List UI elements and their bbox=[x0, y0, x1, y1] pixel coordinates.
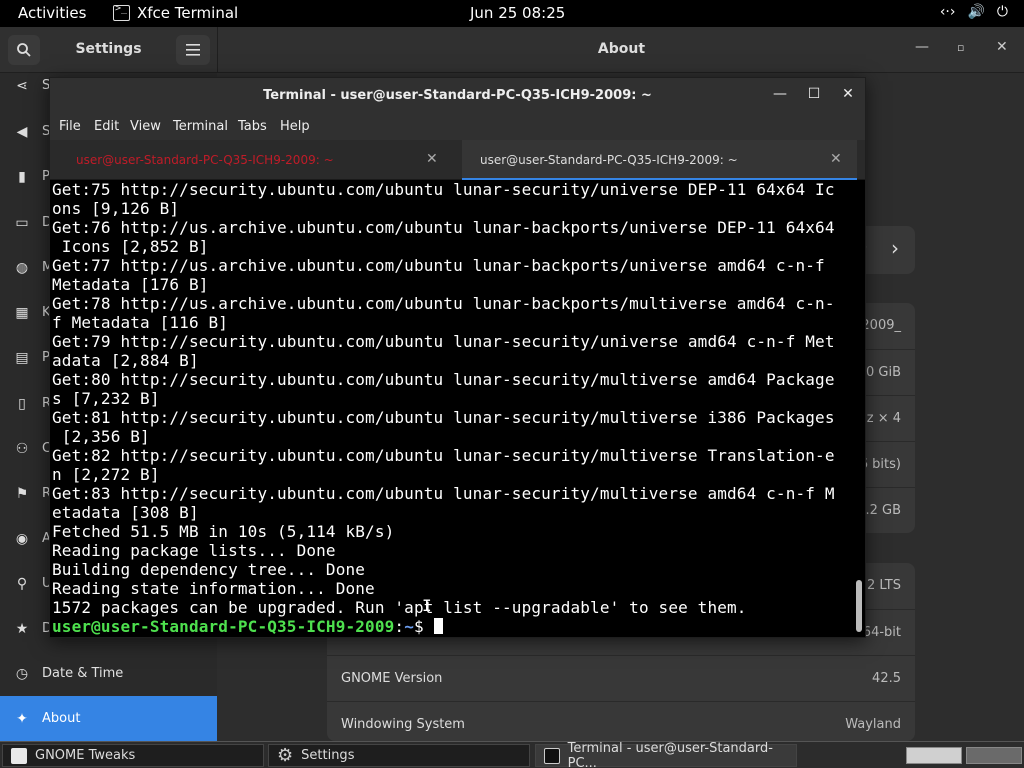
terminal-line: etadata [308 B] bbox=[52, 503, 199, 522]
flag-icon: ⚑ bbox=[15, 485, 29, 502]
text-cursor-icon: I bbox=[422, 596, 432, 615]
close-icon[interactable]: ✕ bbox=[426, 151, 438, 167]
terminal-line: Get:78 http://us.archive.ubuntu.com/ubun… bbox=[52, 294, 835, 313]
terminal-menubar: File Edit View Terminal Tabs Help bbox=[50, 114, 865, 140]
terminal-window: Terminal - user@user-Standard-PC-Q35-ICH… bbox=[49, 77, 866, 638]
workspace-1[interactable] bbox=[906, 747, 962, 764]
minimize-icon[interactable]: — bbox=[915, 39, 929, 55]
terminal-line: 1572 packages can be upgraded. Run 'apt … bbox=[52, 598, 747, 617]
close-icon[interactable]: ✕ bbox=[839, 86, 857, 102]
app-name: Xfce Terminal bbox=[137, 4, 239, 22]
app-menu[interactable]: Xfce Terminal bbox=[113, 3, 239, 22]
gnome-version-row: GNOME Version 42.5 bbox=[327, 655, 915, 701]
terminal-line: n [2,272 B] bbox=[52, 465, 160, 484]
keyboard-icon: ▦ bbox=[15, 304, 29, 321]
terminal-line: Get:77 http://us.archive.ubuntu.com/ubun… bbox=[52, 256, 825, 275]
workspace-2[interactable] bbox=[966, 747, 1022, 764]
share-icon: ⋖ bbox=[16, 77, 28, 94]
color-icon: ⚇ bbox=[15, 440, 29, 457]
terminal-line: ons [9,126 B] bbox=[52, 199, 180, 218]
hamburger-icon bbox=[186, 44, 200, 56]
taskbar: GNOME Tweaks ⚙ Settings Terminal - user@… bbox=[0, 741, 1024, 768]
battery-icon: ▮ bbox=[18, 168, 26, 185]
desktop: Activities Xfce Terminal Jun 25 08:25 ‹·… bbox=[0, 0, 1024, 768]
menu-view[interactable]: View bbox=[130, 119, 161, 134]
scrollbar[interactable] bbox=[856, 580, 862, 632]
terminal-line: [2,356 B] bbox=[52, 427, 150, 446]
terminal-icon bbox=[113, 3, 130, 21]
terminal-icon bbox=[544, 747, 560, 764]
page-title: About bbox=[597, 41, 646, 57]
prompt-symbol: $ bbox=[414, 617, 434, 636]
sidebar-item-about[interactable]: ✦ About bbox=[0, 696, 217, 741]
terminal-line: Get:83 http://security.ubuntu.com/ubuntu… bbox=[52, 484, 835, 503]
close-icon[interactable]: ✕ bbox=[830, 151, 842, 167]
volume-icon[interactable]: 🔊 bbox=[967, 4, 984, 20]
terminal-line: Reading state information... Done bbox=[52, 579, 375, 598]
terminal-line: Building dependency tree... Done bbox=[52, 560, 366, 579]
tab-label: user@user-Standard-PC-Q35-ICH9-2009: ~ bbox=[480, 153, 738, 167]
terminal-line: Get:80 http://security.ubuntu.com/ubuntu… bbox=[52, 370, 835, 389]
accessibility-icon: ◉ bbox=[15, 530, 29, 547]
system-tray[interactable]: ‹·› 🔊 ⏻ bbox=[940, 4, 1008, 20]
menu-button[interactable] bbox=[176, 35, 210, 65]
gear-icon: ⚙ bbox=[277, 745, 294, 766]
terminal-line: Get:82 http://security.ubuntu.com/ubuntu… bbox=[52, 446, 835, 465]
text-cursor bbox=[433, 618, 443, 634]
maximize-icon[interactable]: ▫ bbox=[957, 41, 964, 54]
terminal-text: Get:75 http://security.ubuntu.com/ubuntu… bbox=[52, 180, 835, 636]
speaker-icon: ◀ bbox=[16, 123, 28, 140]
terminal-line: Get:75 http://security.ubuntu.com/ubuntu… bbox=[52, 180, 835, 199]
taskbar-item-terminal[interactable]: Terminal - user@user-Standard-PC... bbox=[535, 741, 797, 768]
power-icon[interactable]: ⏻ bbox=[997, 4, 1008, 20]
menu-help[interactable]: Help bbox=[280, 119, 310, 134]
taskbar-item-gnome-tweaks[interactable]: GNOME Tweaks bbox=[2, 744, 264, 767]
clock[interactable]: Jun 25 08:25 bbox=[470, 4, 565, 22]
tab-2[interactable]: user@user-Standard-PC-Q35-ICH9-2009: ~ ✕ bbox=[462, 140, 857, 180]
star-icon: ★ bbox=[15, 620, 29, 637]
clock-icon: ◷ bbox=[15, 665, 29, 682]
terminal-line: f Metadata [116 B] bbox=[52, 313, 229, 332]
taskbar-item-settings[interactable]: ⚙ Settings bbox=[268, 744, 530, 767]
display-icon: ▭ bbox=[15, 214, 29, 231]
tab-label: user@user-Standard-PC-Q35-ICH9-2009: ~ bbox=[76, 153, 334, 167]
settings-content-header: About — ▫ ✕ bbox=[217, 27, 1024, 73]
terminal-prompt: user@user-Standard-PC-Q35-ICH9-2009:~$ bbox=[52, 617, 835, 636]
close-icon[interactable]: ✕ bbox=[996, 39, 1008, 55]
maximize-icon[interactable]: ☐ bbox=[805, 86, 823, 102]
chevron-right-icon: › bbox=[891, 236, 899, 260]
about-icon: ✦ bbox=[16, 710, 28, 727]
terminal-line: Get:76 http://us.archive.ubuntu.com/ubun… bbox=[52, 218, 835, 237]
top-bar: Activities Xfce Terminal Jun 25 08:25 ‹·… bbox=[0, 0, 1024, 27]
terminal-line: adata [2,884 B] bbox=[52, 351, 199, 370]
tweaks-icon bbox=[11, 747, 27, 764]
terminal-line: Get:81 http://security.ubuntu.com/ubuntu… bbox=[52, 408, 835, 427]
terminal-tabs: user@user-Standard-PC-Q35-ICH9-2009: ~ ✕… bbox=[50, 140, 865, 180]
terminal-line: s [7,232 B] bbox=[52, 389, 160, 408]
menu-tabs[interactable]: Tabs bbox=[238, 119, 267, 134]
terminal-output[interactable]: Get:75 http://security.ubuntu.com/ubuntu… bbox=[50, 180, 865, 637]
sidebar-item-date-time[interactable]: ◷ Date & Time bbox=[0, 651, 217, 696]
terminal-line: Fetched 51.5 MB in 10s (5,114 kB/s) bbox=[52, 522, 395, 541]
printer-icon: ▤ bbox=[15, 349, 29, 366]
terminal-line: Metadata [176 B] bbox=[52, 275, 209, 294]
activities-button[interactable]: Activities bbox=[18, 4, 86, 22]
menu-terminal[interactable]: Terminal bbox=[173, 119, 228, 134]
terminal-titlebar[interactable]: Terminal - user@user-Standard-PC-Q35-ICH… bbox=[50, 78, 865, 114]
mouse-icon: ◍ bbox=[15, 259, 29, 276]
terminal-line: Icons [2,852 B] bbox=[52, 237, 209, 256]
terminal-line: Reading package lists... Done bbox=[52, 541, 336, 560]
usb-icon: ▯ bbox=[18, 395, 26, 412]
users-icon: ⚲ bbox=[16, 575, 28, 592]
tab-1[interactable]: user@user-Standard-PC-Q35-ICH9-2009: ~ ✕ bbox=[50, 140, 462, 180]
window-title: Terminal - user@user-Standard-PC-Q35-ICH… bbox=[263, 88, 652, 103]
prompt-path: ~ bbox=[404, 617, 414, 636]
prompt-user: user@user-Standard-PC-Q35-ICH9-2009 bbox=[52, 617, 395, 636]
minimize-icon[interactable]: — bbox=[771, 86, 789, 102]
prompt-separator: : bbox=[394, 617, 405, 636]
menu-file[interactable]: File bbox=[59, 119, 81, 134]
terminal-line: Get:79 http://security.ubuntu.com/ubuntu… bbox=[52, 332, 835, 351]
network-icon[interactable]: ‹·› bbox=[940, 4, 956, 20]
menu-edit[interactable]: Edit bbox=[94, 119, 119, 134]
